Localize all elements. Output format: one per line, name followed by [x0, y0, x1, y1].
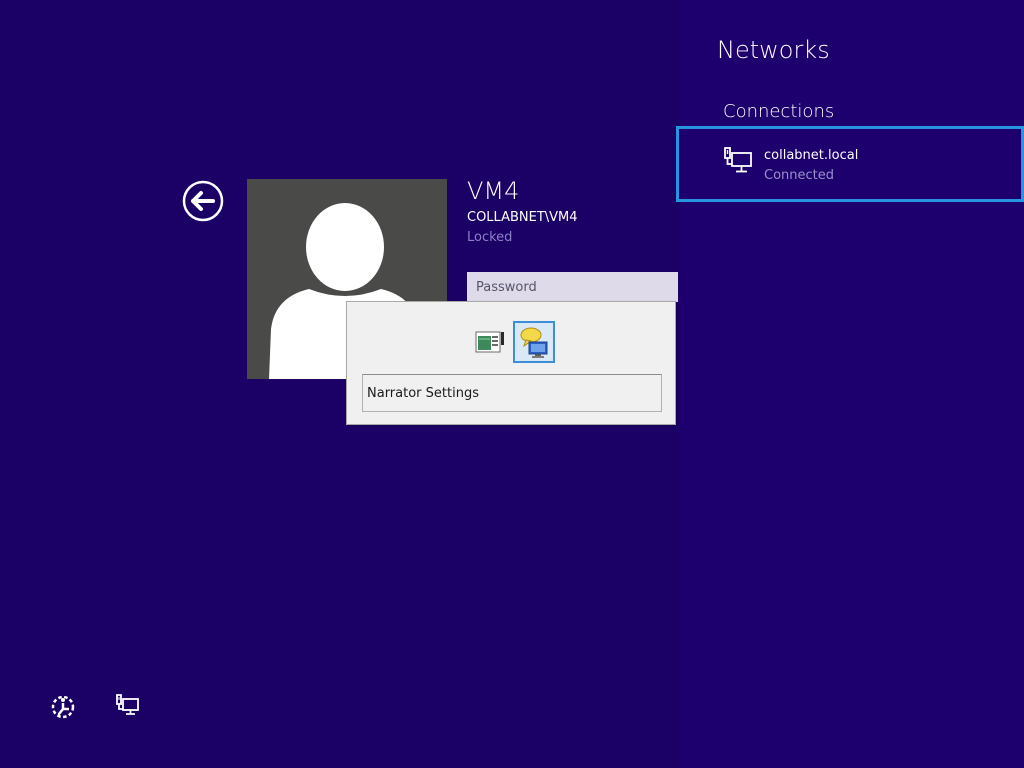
networks-title: Networks	[717, 36, 830, 64]
password-field[interactable]	[467, 272, 678, 302]
user-domain: COLLABNET\VM4	[467, 210, 578, 225]
switch-list-icon	[475, 331, 504, 353]
ease-of-access-icon	[51, 695, 75, 719]
ease-of-access-button[interactable]	[48, 692, 78, 722]
narrator-button[interactable]	[513, 321, 555, 363]
network-button[interactable]	[112, 692, 142, 720]
networks-pane: Networks Connections collabnet.local Con…	[676, 0, 1024, 768]
switch-list-button[interactable]	[470, 322, 510, 362]
network-icon	[116, 694, 139, 715]
connections-heading: Connections	[723, 101, 835, 122]
connection-name: collabnet.local	[764, 148, 859, 163]
user-name: VM4	[467, 177, 520, 205]
connection-status: Connected	[764, 168, 835, 183]
connection-item-collabnet[interactable]: collabnet.local Connected	[676, 126, 1024, 202]
wired-network-icon	[724, 147, 752, 173]
back-button[interactable]	[182, 180, 224, 222]
narrator-icon	[520, 327, 548, 358]
user-status: Locked	[467, 230, 513, 245]
lock-screen: VM4 COLLABNET\VM4 Locked Narrator Settin…	[0, 0, 680, 768]
narrator-popup: Narrator Settings	[346, 301, 676, 425]
narrator-settings-label[interactable]: Narrator Settings	[362, 374, 662, 412]
back-arrow-icon	[182, 180, 224, 222]
